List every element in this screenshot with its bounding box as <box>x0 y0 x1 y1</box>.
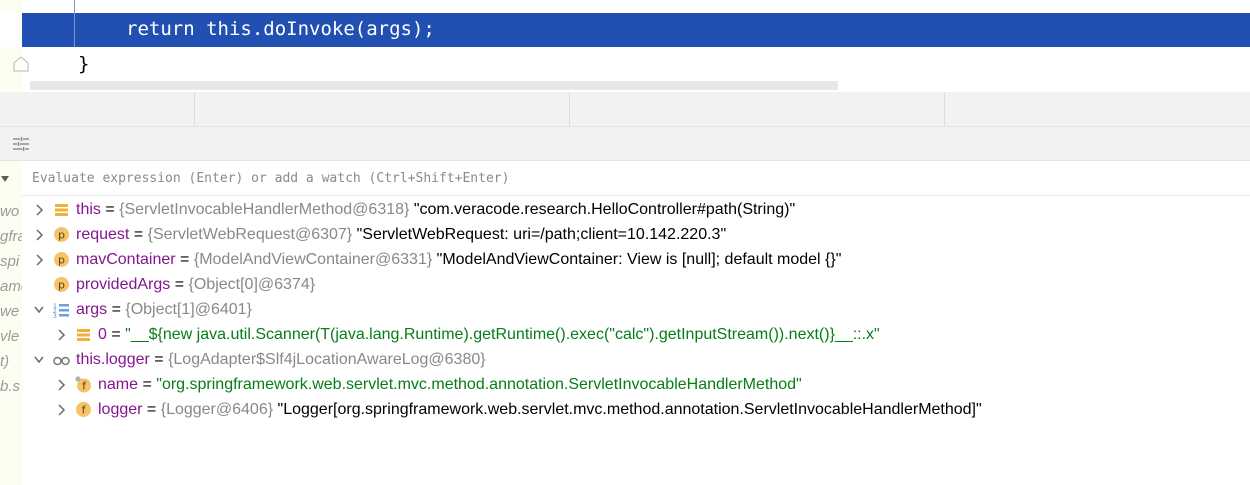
equals-sign: = <box>175 251 194 268</box>
svg-text:p: p <box>58 229 65 242</box>
editor-horizontal-scrollbar[interactable] <box>30 81 838 90</box>
expand-arrow-icon[interactable] <box>34 229 44 241</box>
variable-type: {Logger@6406} <box>160 401 274 418</box>
frames-panel-edge[interactable]: wo gfra spi ame we vle t) b.s <box>0 161 22 485</box>
variable-type: {Object[1]@6401} <box>125 301 252 318</box>
variable-text: mavContainer = {ModelAndViewContainer@63… <box>76 249 841 271</box>
watch-glasses-icon <box>53 356 70 366</box>
svg-text:p: p <box>58 254 65 267</box>
variable-text: request = {ServletWebRequest@6307} "Serv… <box>76 224 726 246</box>
frame-fragment[interactable]: vle <box>0 328 19 345</box>
debug-toolbar <box>0 127 1250 161</box>
variable-name: this <box>76 201 101 218</box>
frame-fragment[interactable]: t) <box>0 353 9 370</box>
equals-sign: = <box>106 326 126 343</box>
equals-sign: = <box>170 276 189 293</box>
evaluate-expression-input[interactable] <box>22 161 1250 196</box>
collapse-arrow-icon[interactable] <box>34 304 44 316</box>
variable-value: "com.veracode.research.HelloController#p… <box>413 201 796 218</box>
variable-value: "Logger[org.springframework.web.servlet.… <box>277 401 982 418</box>
variable-type: {LogAdapter$Slf4jLocationAwareLog@6380} <box>168 351 486 368</box>
variable-row[interactable]: p mavContainer = {ModelAndViewContainer@6… <box>22 248 1250 272</box>
variable-row[interactable]: f name = "org.springframework.web.servlet… <box>22 373 1250 397</box>
frame-fragment[interactable]: gfra <box>0 228 22 245</box>
variable-row[interactable]: this.logger = {LogAdapter$Slf4jLocationA… <box>22 348 1250 372</box>
variable-text: providedArgs = {Object[0]@6374} <box>76 274 315 296</box>
expand-arrow-icon[interactable] <box>56 329 66 341</box>
code-line-closing-brace[interactable]: } <box>78 53 89 75</box>
variable-name: this.logger <box>76 351 150 368</box>
code-editor[interactable]: return this.doInvoke(args); } <box>0 0 1250 92</box>
variable-name: providedArgs <box>76 276 171 293</box>
variable-value: "ServletWebRequest: uri=/path;client=10.… <box>356 226 727 243</box>
variable-row[interactable]: f logger = {Logger@6406} "Logger[org.spri… <box>22 398 1250 422</box>
frame-fragment[interactable]: we <box>0 303 19 320</box>
parameter-icon: p <box>54 277 69 292</box>
field-icon: f <box>76 402 91 417</box>
variables-tree[interactable]: this = {ServletInvocableHandlerMethod@63… <box>22 198 1250 485</box>
equals-sign: = <box>138 376 157 393</box>
tab-divider <box>944 92 945 126</box>
equals-sign: = <box>100 201 120 218</box>
frame-fragment[interactable]: wo <box>0 203 19 220</box>
collapse-caret-icon[interactable] <box>0 175 10 183</box>
variable-value: "__${new java.util.Scanner(T(java.lang.R… <box>125 326 880 343</box>
equals-sign: = <box>142 401 161 418</box>
svg-text:3: 3 <box>53 313 57 318</box>
final-field-icon: f <box>75 376 91 393</box>
equals-sign: = <box>107 301 126 318</box>
expand-arrow-icon[interactable] <box>56 379 66 391</box>
parameter-icon: p <box>54 227 69 242</box>
debug-tab-strip <box>0 92 1250 127</box>
code-line-return[interactable]: return this.doInvoke(args); <box>126 18 435 40</box>
variable-row[interactable]: this = {ServletInvocableHandlerMethod@63… <box>22 198 1250 222</box>
frame-fragment[interactable]: spi <box>0 253 19 270</box>
expand-arrow-icon[interactable] <box>34 254 44 266</box>
variable-text: this.logger = {LogAdapter$Slf4jLocationA… <box>76 349 486 371</box>
variable-type: {Object[0]@6374} <box>188 276 316 293</box>
indent-guide <box>74 0 75 47</box>
fold-marker-icon[interactable] <box>12 54 30 74</box>
tab-divider <box>194 92 195 126</box>
layout-settings-icon[interactable] <box>12 136 30 152</box>
variable-name: args <box>76 301 108 318</box>
variable-name: request <box>76 226 130 243</box>
tab-divider <box>569 92 570 126</box>
array-icon: 123 <box>53 303 69 318</box>
variable-row[interactable]: p request = {ServletWebRequest@6307} "Ser… <box>22 223 1250 247</box>
expand-arrow-icon[interactable] <box>34 204 44 216</box>
field-stack-icon <box>77 329 90 341</box>
variable-text: name = "org.springframework.web.servlet.… <box>98 374 802 396</box>
gutter-current-line <box>0 13 22 47</box>
variable-row[interactable]: 0 = "__${new java.util.Scanner(T(java.la… <box>22 323 1250 347</box>
variable-row[interactable]: p providedArgs = {Object[0]@6374} <box>22 273 1250 297</box>
equals-sign: = <box>129 226 148 243</box>
variable-text: args = {Object[1]@6401} <box>76 299 252 321</box>
variable-name: mavContainer <box>76 251 176 268</box>
svg-text:p: p <box>58 279 65 292</box>
variable-text: 0 = "__${new java.util.Scanner(T(java.la… <box>98 324 880 346</box>
expand-arrow-icon[interactable] <box>56 404 66 416</box>
variable-type: {ModelAndViewContainer@6331} <box>193 251 433 268</box>
variable-name: name <box>98 376 139 393</box>
parameter-icon: p <box>54 252 69 267</box>
equals-sign: = <box>149 351 169 368</box>
frame-fragment[interactable]: ame <box>0 278 22 295</box>
variable-type: {ServletInvocableHandlerMethod@6318} <box>119 201 410 218</box>
collapse-arrow-icon[interactable] <box>34 354 44 366</box>
variable-row[interactable]: 1 2 3 args = {Object[1]@6401} <box>22 298 1250 322</box>
variable-text: this = {ServletInvocableHandlerMethod@63… <box>76 199 795 221</box>
field-stack-icon <box>55 204 68 216</box>
variable-text: logger = {Logger@6406} "Logger[org.sprin… <box>98 399 982 421</box>
frame-fragment[interactable]: b.s <box>0 378 20 395</box>
variable-value: "ModelAndViewContainer: View is [null]; … <box>436 251 842 268</box>
variable-name: 0 <box>98 326 107 343</box>
variable-value: "org.springframework.web.servlet.mvc.met… <box>156 376 802 393</box>
variable-name: logger <box>98 401 143 418</box>
variable-type: {ServletWebRequest@6307} <box>147 226 353 243</box>
